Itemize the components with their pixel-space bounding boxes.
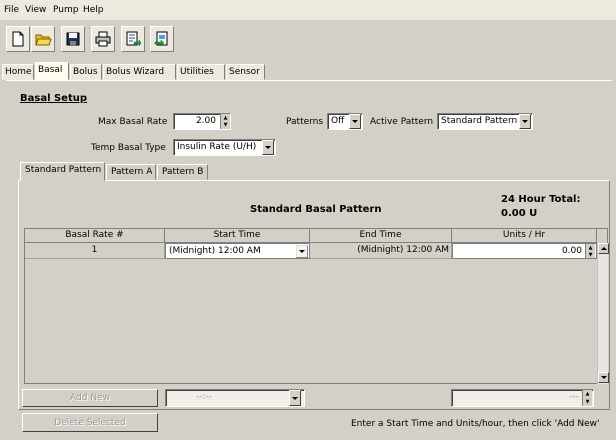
chevron-up-icon	[600, 247, 607, 250]
end-time-value: (Midnight) 12:00 AM	[310, 243, 452, 259]
temp-basal-value: Insulin Rate (U/H)	[177, 142, 257, 152]
tab-utilities[interactable]: Utilities	[177, 64, 225, 80]
max-basal-label: Max Basal Rate	[98, 117, 168, 127]
new-start-time-select[interactable]: --:--	[165, 389, 305, 407]
spin-down-icon[interactable]: ▼	[586, 251, 595, 258]
chevron-down-icon	[265, 146, 271, 149]
tab-basal[interactable]: Basal	[35, 62, 69, 80]
active-pattern-label: Active Pattern	[370, 117, 434, 127]
print-icon	[95, 31, 111, 47]
col-header-basal-rate[interactable]: Basal Rate #	[25, 229, 165, 243]
col-header-end-time[interactable]: End Time	[310, 229, 452, 243]
toolbar	[0, 20, 616, 60]
temp-basal-dropdown-button[interactable]	[262, 140, 274, 155]
tab-pattern-b[interactable]: Pattern B	[157, 164, 208, 180]
patterns-dropdown-button[interactable]	[349, 114, 361, 129]
new-start-time-dropdown-button[interactable]	[289, 390, 301, 406]
delete-selected-button[interactable]: Delete Selected	[22, 413, 158, 432]
hint-text: Enter a Start Time and Units/hour, then …	[351, 419, 600, 429]
open-button[interactable]	[31, 26, 55, 52]
total-value: 0.00 U	[501, 208, 538, 219]
export-icon	[126, 31, 142, 47]
pattern-title: Standard Basal Pattern	[250, 204, 382, 215]
table-scrollbar[interactable]	[597, 243, 609, 384]
total-label: 24 Hour Total:	[501, 194, 581, 205]
new-units-placeholder: ---	[569, 392, 579, 402]
menu-bar: File View Pump Help	[0, 0, 616, 20]
start-time-value: (Midnight) 12:00 AM	[169, 246, 261, 256]
patterns-label: Patterns	[286, 117, 324, 127]
patterns-value: Off	[331, 116, 345, 126]
units-spinner[interactable]: ▲ ▼	[585, 244, 595, 258]
save-icon	[66, 32, 80, 46]
col-header-start-time[interactable]: Start Time	[165, 229, 310, 243]
col-header-units-hr[interactable]: Units / Hr	[452, 229, 597, 243]
temp-basal-label: Temp Basal Type	[91, 143, 166, 153]
save-button[interactable]	[61, 26, 85, 52]
temp-basal-select[interactable]: Insulin Rate (U/H)	[173, 139, 276, 156]
add-new-button[interactable]: Add New	[22, 389, 158, 407]
menu-pump[interactable]: Pump	[53, 5, 78, 15]
tab-home[interactable]: Home	[2, 64, 34, 80]
spin-up-icon[interactable]: ▲	[221, 114, 230, 122]
chevron-down-icon	[600, 376, 607, 379]
new-file-icon	[12, 31, 24, 47]
spin-down-icon[interactable]: ▼	[221, 122, 230, 130]
tab-sensor[interactable]: Sensor	[226, 64, 265, 80]
active-pattern-value: Standard Pattern	[441, 116, 518, 126]
basal-rate-table: Basal Rate # Start Time End Time Units /…	[24, 228, 609, 384]
units-cell[interactable]: 0.00	[452, 243, 597, 259]
start-time-cell[interactable]: (Midnight) 12:00 AM	[165, 243, 310, 259]
menu-help[interactable]: Help	[83, 5, 104, 15]
basal-setup-title: Basal Setup	[20, 93, 88, 104]
print-button[interactable]	[91, 26, 115, 52]
spin-up-icon[interactable]: ▲	[586, 244, 595, 251]
spin-down-icon[interactable]: ▼	[583, 398, 592, 406]
max-basal-spinner[interactable]: ▲ ▼	[220, 114, 230, 129]
menu-file[interactable]: File	[4, 5, 19, 15]
tab-bolus[interactable]: Bolus	[70, 64, 102, 80]
spin-up-icon[interactable]: ▲	[583, 390, 592, 398]
units-value: 0.00	[561, 246, 582, 256]
new-units-input[interactable]: ---	[451, 389, 594, 407]
new-button[interactable]	[6, 26, 30, 52]
scroll-down-button[interactable]	[598, 372, 609, 383]
tab-bolus-wizard[interactable]: Bolus Wizard	[103, 64, 176, 80]
import-icon	[154, 31, 168, 47]
tab-standard-pattern[interactable]: Standard Pattern	[20, 162, 105, 181]
max-basal-value: 2.00	[195, 116, 216, 126]
open-folder-icon	[35, 34, 52, 46]
row-num: 1	[25, 243, 165, 259]
chevron-down-icon	[292, 396, 298, 400]
tab-pattern-a[interactable]: Pattern A	[106, 164, 156, 180]
menu-view[interactable]: View	[25, 5, 46, 15]
chevron-down-icon	[299, 250, 305, 253]
import-button[interactable]	[150, 26, 174, 52]
new-units-spinner[interactable]: ▲ ▼	[582, 390, 592, 406]
start-time-dropdown-button[interactable]	[296, 245, 308, 258]
export-button[interactable]	[121, 26, 145, 52]
new-start-time-placeholder: --:--	[196, 392, 213, 402]
chevron-down-icon	[522, 120, 528, 123]
active-pattern-dropdown-button[interactable]	[519, 114, 531, 129]
scroll-up-button[interactable]	[598, 243, 609, 254]
chevron-down-icon	[352, 120, 358, 123]
